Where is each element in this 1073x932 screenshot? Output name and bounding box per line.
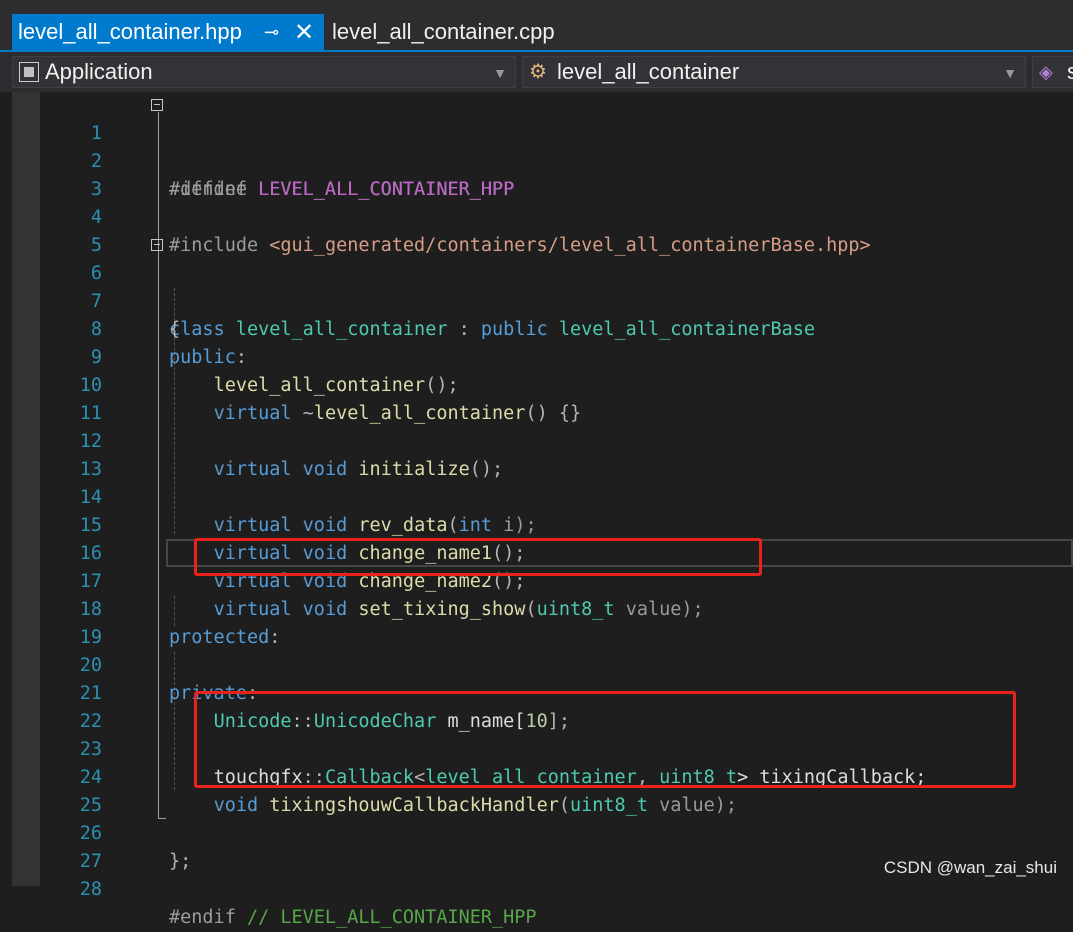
code-line[interactable]: 20 private: xyxy=(0,624,1073,704)
scope-dropdown-value: level_all_container xyxy=(557,59,740,84)
highlight-box-callback xyxy=(194,691,1016,788)
line-number: 28 xyxy=(79,879,102,900)
project-dropdown[interactable]: Application ▼ xyxy=(12,56,516,88)
code-line[interactable]: 9 level_all_container(); xyxy=(0,316,1073,396)
code-line[interactable]: 14 virtual void rev_data(int i); xyxy=(0,456,1073,536)
code-line[interactable]: 11 xyxy=(0,372,1073,424)
pin-icon[interactable]: ⊸ xyxy=(264,22,279,43)
code-line[interactable]: 6 class level_all_container : public lev… xyxy=(0,232,1073,340)
directive: #endif xyxy=(169,907,247,928)
project-icon xyxy=(19,62,39,82)
code-line[interactable]: 13 xyxy=(0,428,1073,480)
code-line[interactable]: 19 xyxy=(0,596,1073,648)
watermark: CSDN @wan_zai_shui xyxy=(883,858,1057,877)
method-cube-icon: ◈ xyxy=(1039,62,1053,82)
chevron-down-icon[interactable]: ▼ xyxy=(1003,65,1017,81)
code-line[interactable]: 10 virtual ~level_all_container() {} xyxy=(0,344,1073,424)
chevron-down-icon[interactable]: ▼ xyxy=(493,65,507,81)
collapse-icon[interactable] xyxy=(151,99,163,111)
code-line[interactable]: 1 #ifndef LEVEL_ALL_CONTAINER_HPP xyxy=(0,92,1073,200)
collapse-icon[interactable] xyxy=(151,239,163,251)
code-line[interactable]: 27 xyxy=(0,820,1073,872)
code-line[interactable]: 21 Unicode::UnicodeChar m_name[10]; xyxy=(0,652,1073,732)
member-dropdown-value: s xyxy=(1067,59,1073,84)
class-icon: ⚙ xyxy=(529,61,547,83)
tab-label: level_all_container.cpp xyxy=(332,19,555,44)
document-tab-bar: level_all_container.hpp ⊸ ✕ level_all_co… xyxy=(0,0,1073,50)
comment: // LEVEL_ALL_CONTAINER_HPP xyxy=(246,907,537,928)
code-line[interactable]: 3 xyxy=(0,148,1073,200)
code-line[interactable]: 4 #include <gui_generated/containers/lev… xyxy=(0,176,1073,256)
highlight-box-set-tixing-show xyxy=(194,538,762,576)
line-text: #endif // LEVEL_ALL_CONTAINER_HPP xyxy=(169,904,537,932)
scope-dropdown[interactable]: ⚙ level_all_container ▼ xyxy=(522,56,1026,88)
project-dropdown-value: Application xyxy=(45,59,153,84)
code-line[interactable]: 15 virtual void change_name1(); xyxy=(0,484,1073,564)
code-line[interactable]: 5 xyxy=(0,204,1073,256)
code-line[interactable]: 26 }; xyxy=(0,792,1073,872)
code-line[interactable]: 2 #define LEVEL_ALL_CONTAINER_HPP xyxy=(0,120,1073,200)
close-icon[interactable]: ✕ xyxy=(294,18,314,47)
code-line[interactable]: 7 { xyxy=(0,260,1073,340)
navigation-bar: Application ▼ ⚙ level_all_container ▼ ◈ … xyxy=(0,52,1073,92)
code-line[interactable]: 12 virtual void initialize(); xyxy=(0,400,1073,480)
member-dropdown[interactable]: ◈ s xyxy=(1032,56,1073,88)
code-line[interactable]: 8 public: xyxy=(0,288,1073,368)
tab-level-all-container-hpp[interactable]: level_all_container.hpp ⊸ ✕ xyxy=(12,14,324,50)
code-line[interactable]: 16 virtual void change_name2(); xyxy=(0,512,1073,592)
tab-label: level_all_container.hpp xyxy=(18,19,242,44)
tab-level-all-container-cpp[interactable]: level_all_container.cpp xyxy=(332,14,555,50)
